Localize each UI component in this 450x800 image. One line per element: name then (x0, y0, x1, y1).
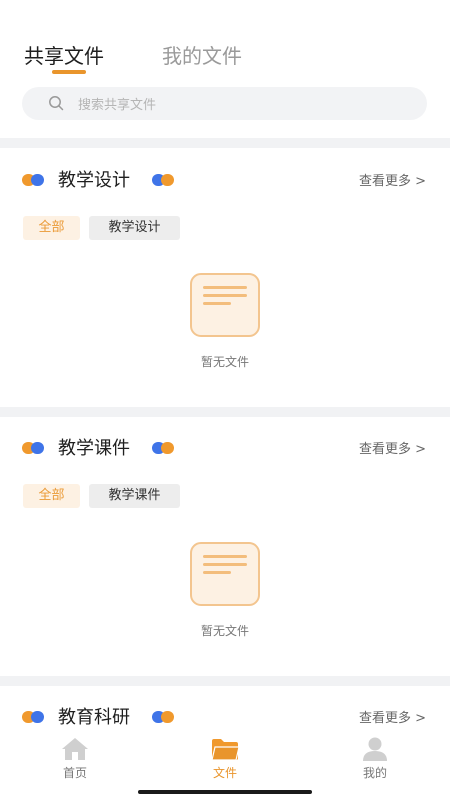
folder-icon (211, 739, 240, 761)
section-header: 教育科研 查看更多 > (0, 701, 450, 731)
nav-mine[interactable]: 我的 (335, 730, 415, 784)
home-icon (62, 738, 88, 760)
empty-state-text: 暂无文件 (200, 355, 249, 369)
filter-tag-category[interactable]: 教学课件 (89, 484, 180, 508)
search-placeholder: 搜索共享文件 (78, 98, 157, 113)
empty-document-icon (190, 273, 260, 337)
filter-tag-all[interactable]: 全部 (23, 484, 80, 508)
section-divider (0, 676, 450, 686)
decor-dots-icon (22, 442, 46, 454)
view-more-link[interactable]: 查看更多 > (359, 438, 426, 457)
decor-dots-icon (152, 711, 176, 723)
view-more-link[interactable]: 查看更多 > (359, 170, 426, 189)
decor-dots-icon (152, 174, 176, 186)
section-title: 教学设计 (58, 170, 130, 191)
nav-home-label: 首页 (62, 766, 87, 780)
search-input[interactable]: 搜索共享文件 (22, 87, 427, 120)
view-more-link[interactable]: 查看更多 > (359, 707, 426, 726)
empty-document-icon (190, 542, 260, 606)
section-header: 教学设计 查看更多 > (0, 164, 450, 194)
empty-state-text: 暂无文件 (200, 624, 249, 638)
home-indicator (138, 790, 312, 794)
tab-shared-files[interactable]: 共享文件 (24, 40, 104, 69)
section-divider (0, 407, 450, 417)
nav-files-label: 文件 (212, 766, 237, 780)
nav-mine-label: 我的 (362, 766, 387, 780)
section-title: 教育科研 (58, 707, 130, 728)
section-header: 教学课件 查看更多 > (0, 432, 450, 462)
nav-home[interactable]: 首页 (35, 730, 115, 784)
decor-dots-icon (22, 711, 46, 723)
nav-files[interactable]: 文件 (185, 730, 265, 784)
user-icon (363, 737, 387, 761)
tab-my-files[interactable]: 我的文件 (162, 40, 242, 69)
section-divider (0, 138, 450, 148)
search-icon (49, 96, 64, 111)
decor-dots-icon (152, 442, 176, 454)
filter-tag-all[interactable]: 全部 (23, 216, 80, 240)
section-title: 教学课件 (58, 438, 130, 459)
decor-dots-icon (22, 174, 46, 186)
active-tab-indicator (52, 70, 86, 74)
filter-tag-category[interactable]: 教学设计 (89, 216, 180, 240)
